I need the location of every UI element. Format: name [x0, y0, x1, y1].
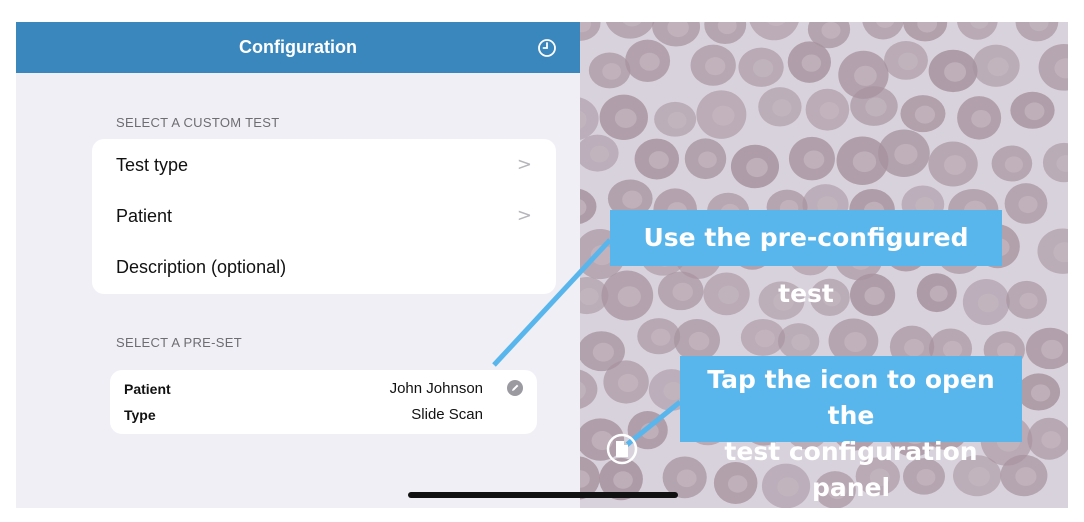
preconfigured-callout: Use the pre-configured test: [610, 210, 1002, 308]
description-label: Description (optional): [116, 257, 287, 277]
blood-cell-center: [944, 62, 967, 82]
blood-cell-center: [987, 57, 1009, 77]
pencil-icon[interactable]: [507, 380, 523, 396]
blood-cell-center: [894, 143, 918, 165]
blood-cell-center: [712, 105, 735, 126]
blood-cell-center: [639, 52, 660, 71]
blood-cell-center: [592, 342, 614, 362]
preset-header: SELECT A PRE-SET: [116, 335, 242, 350]
blood-cell-center: [904, 338, 924, 357]
nav-bar: Configuration: [16, 22, 580, 73]
blood-cell-center: [613, 471, 633, 489]
blood-cell-center: [1041, 431, 1061, 449]
blood-cell-center: [602, 63, 622, 80]
blood-cell-center: [705, 57, 726, 76]
blood-cell-center: [688, 331, 710, 351]
blood-cell-center: [752, 59, 774, 78]
test-type-label: Test type: [116, 155, 189, 175]
blood-cell-center: [617, 373, 639, 393]
preset-type-value: Slide Scan: [411, 406, 483, 423]
preset-card[interactable]: Patient John Johnson Type Slide Scan: [110, 370, 537, 434]
blood-cell-center: [746, 157, 768, 178]
preconfigured-callout-text: Use the pre-configured test: [643, 223, 969, 308]
blood-cell-center: [943, 155, 967, 175]
blood-cell-center: [865, 97, 887, 117]
custom-test-header: SELECT A CUSTOM TEST: [116, 115, 280, 130]
blood-cell-center: [589, 145, 609, 163]
test-type-row[interactable]: Test type >: [92, 139, 556, 191]
chevron-right-icon: >: [516, 205, 532, 226]
chevron-right-icon: >: [516, 154, 532, 175]
home-indicator[interactable]: [408, 492, 678, 498]
blood-cell-center: [614, 108, 637, 128]
blood-cell-center: [1015, 467, 1037, 486]
blood-cell-center: [1024, 102, 1045, 121]
blood-cell-center: [821, 22, 841, 39]
blood-cell-center: [1004, 156, 1024, 173]
custom-test-card: Test type > Patient > Description (optio…: [92, 139, 556, 294]
blood-cell-center: [651, 328, 671, 346]
blood-cell-center: [819, 101, 840, 120]
blood-cell-center: [698, 151, 717, 169]
blood-cell-center: [772, 99, 792, 117]
preset-type-key: Type: [124, 407, 156, 423]
blood-cell-center: [580, 287, 599, 306]
blood-cell-center: [844, 332, 867, 352]
patient-label: Patient: [116, 206, 173, 226]
blood-cell-center: [667, 111, 687, 129]
blood-cell-center: [648, 151, 669, 169]
blood-cell-center: [854, 65, 877, 86]
description-row[interactable]: Description (optional): [92, 243, 556, 294]
blood-cell-center: [914, 105, 936, 124]
clock-icon[interactable]: [537, 38, 557, 58]
blood-cell-center: [1030, 384, 1051, 402]
blood-cell-center: [971, 110, 992, 128]
blood-cell-center: [801, 54, 822, 72]
blood-cell-center: [1018, 195, 1038, 214]
document-icon[interactable]: [605, 432, 639, 466]
blood-cell-center: [1041, 339, 1063, 360]
preset-patient-key: Patient: [124, 381, 171, 397]
blood-cell-center: [852, 151, 877, 173]
patient-row[interactable]: Patient >: [92, 191, 556, 243]
app-screen: Configuration SELECT A CUSTOM TEST Test …: [16, 22, 1068, 508]
blood-cell-center: [803, 150, 825, 169]
configuration-panel: Configuration SELECT A CUSTOM TEST Test …: [16, 22, 580, 508]
blood-cell-center: [622, 190, 643, 209]
blood-cell-center: [898, 52, 918, 71]
nav-title: Configuration: [239, 37, 357, 57]
blood-cell-center: [640, 423, 659, 440]
blood-cell-center: [1019, 292, 1038, 309]
blood-cell-center: [755, 329, 775, 348]
tap-icon-callout: Tap the icon to open the test configurat…: [680, 356, 1022, 502]
blood-cell-center: [791, 333, 810, 351]
tap-callout-line2: test configuration panel: [724, 437, 978, 502]
tap-callout-line1: Tap the icon to open the: [707, 365, 995, 430]
preset-patient-value: John Johnson: [389, 380, 483, 397]
